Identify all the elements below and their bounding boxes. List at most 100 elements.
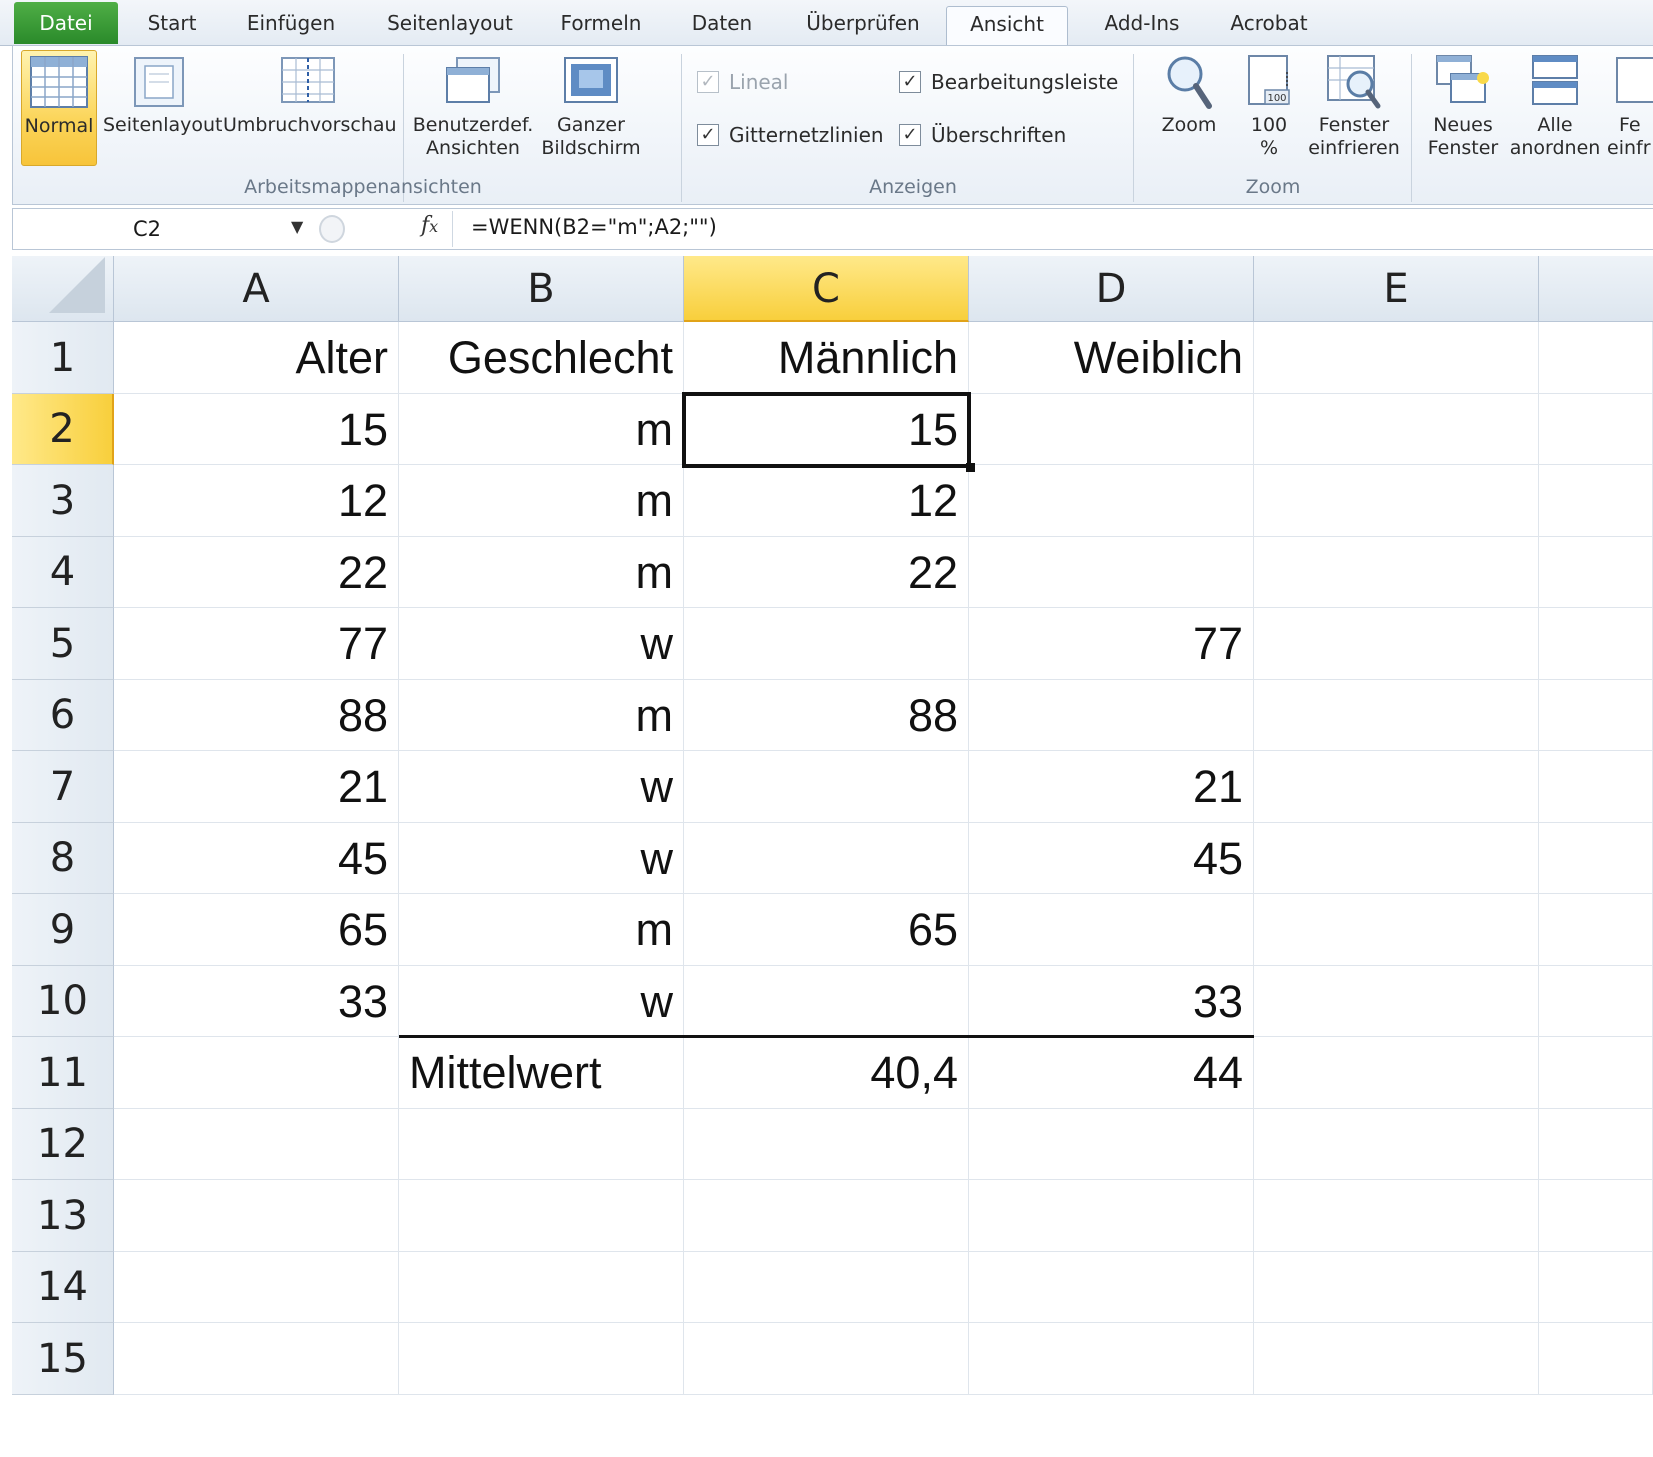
- cell-e10[interactable]: [1254, 966, 1539, 1037]
- new-window-button[interactable]: Neues Fenster: [1421, 52, 1505, 160]
- cell-e11[interactable]: [1254, 1037, 1539, 1109]
- cell-d4[interactable]: [969, 537, 1254, 608]
- cell-b8[interactable]: w: [399, 823, 684, 894]
- cell-b12[interactable]: [399, 1109, 684, 1180]
- cell-a8[interactable]: 45: [114, 823, 399, 894]
- zoom-button[interactable]: Zoom: [1147, 52, 1231, 137]
- cell-d13[interactable]: [969, 1180, 1254, 1252]
- cell-b6[interactable]: m: [399, 680, 684, 751]
- row-header-1[interactable]: 1: [12, 322, 114, 394]
- cell-f1[interactable]: [1539, 322, 1653, 394]
- tab-add-ins[interactable]: Add-Ins: [1086, 6, 1198, 46]
- tab-daten[interactable]: Daten: [676, 6, 768, 46]
- tab-ueberpruefen[interactable]: Überprüfen: [790, 6, 936, 46]
- row-header-9[interactable]: 9: [12, 894, 114, 966]
- page-layout-view-button[interactable]: Seitenlayout: [103, 54, 223, 137]
- cell-e2[interactable]: [1254, 394, 1539, 465]
- cell-c3[interactable]: 12: [684, 465, 969, 537]
- cell-c5[interactable]: [684, 608, 969, 680]
- insert-function-icon[interactable]: fx: [421, 213, 438, 238]
- tab-ansicht[interactable]: Ansicht: [946, 6, 1068, 47]
- column-header-f[interactable]: [1539, 256, 1653, 322]
- cell-d10[interactable]: 33: [969, 966, 1254, 1037]
- cell-a9[interactable]: 65: [114, 894, 399, 966]
- row-header-10[interactable]: 10: [12, 966, 114, 1037]
- row-header-6[interactable]: 6: [12, 680, 114, 751]
- cell-a10[interactable]: 33: [114, 966, 399, 1037]
- cell-d1[interactable]: Weiblich: [969, 322, 1254, 394]
- cell-d9[interactable]: [969, 894, 1254, 966]
- cell-e3[interactable]: [1254, 465, 1539, 537]
- cell-f8[interactable]: [1539, 823, 1653, 894]
- cell-c14[interactable]: [684, 1252, 969, 1323]
- cell-c2[interactable]: 15: [684, 394, 969, 465]
- cell-f15[interactable]: [1539, 1323, 1653, 1395]
- cell-c10[interactable]: [684, 966, 969, 1037]
- row-header-2[interactable]: 2: [12, 394, 114, 465]
- tab-einfuegen[interactable]: Einfügen: [232, 6, 350, 46]
- cell-a14[interactable]: [114, 1252, 399, 1323]
- cell-b10[interactable]: w: [399, 966, 684, 1037]
- cell-e7[interactable]: [1254, 751, 1539, 823]
- cell-e6[interactable]: [1254, 680, 1539, 751]
- tab-start[interactable]: Start: [130, 6, 214, 46]
- tab-seitenlayout[interactable]: Seitenlayout: [372, 6, 528, 46]
- cell-a4[interactable]: 22: [114, 537, 399, 608]
- ruler-checkbox[interactable]: ✓ Lineal: [697, 70, 789, 94]
- tab-datei[interactable]: Datei: [14, 2, 118, 44]
- zoom-100-button[interactable]: 100 100 %: [1235, 52, 1303, 160]
- cell-b5[interactable]: w: [399, 608, 684, 680]
- cell-a11[interactable]: [114, 1037, 399, 1109]
- cell-a12[interactable]: [114, 1109, 399, 1180]
- tab-acrobat[interactable]: Acrobat: [1214, 6, 1324, 46]
- cell-c4[interactable]: 22: [684, 537, 969, 608]
- chevron-down-icon[interactable]: ▼: [291, 217, 303, 236]
- normal-view-button[interactable]: Normal: [21, 50, 97, 166]
- cell-d2[interactable]: [969, 394, 1254, 465]
- cell-b4[interactable]: m: [399, 537, 684, 608]
- splitter-handle[interactable]: [319, 215, 345, 243]
- cell-b7[interactable]: w: [399, 751, 684, 823]
- worksheet-grid[interactable]: A B C D E 1 Alter Geschlecht Männlich Weibli…: [12, 256, 1653, 1457]
- column-header-e[interactable]: E: [1254, 256, 1539, 322]
- row-header-15[interactable]: 15: [12, 1323, 114, 1395]
- cell-f9[interactable]: [1539, 894, 1653, 966]
- cell-a1[interactable]: Alter: [114, 322, 399, 394]
- cell-f14[interactable]: [1539, 1252, 1653, 1323]
- cell-f6[interactable]: [1539, 680, 1653, 751]
- cell-e9[interactable]: [1254, 894, 1539, 966]
- cell-b11[interactable]: Mittelwert: [399, 1037, 684, 1109]
- formula-input[interactable]: =WENN(B2="m";A2;""): [471, 215, 717, 239]
- cell-c6[interactable]: 88: [684, 680, 969, 751]
- cell-d5[interactable]: 77: [969, 608, 1254, 680]
- cell-b9[interactable]: m: [399, 894, 684, 966]
- cell-c1[interactable]: Männlich: [684, 322, 969, 394]
- cell-e15[interactable]: [1254, 1323, 1539, 1395]
- cell-f11[interactable]: [1539, 1037, 1653, 1109]
- cell-a6[interactable]: 88: [114, 680, 399, 751]
- name-box[interactable]: C2 ▼: [15, 211, 305, 247]
- cell-c8[interactable]: [684, 823, 969, 894]
- cell-d6[interactable]: [969, 680, 1254, 751]
- full-screen-button[interactable]: Ganzer Bildschirm: [539, 54, 643, 160]
- cell-c7[interactable]: [684, 751, 969, 823]
- freeze-window-button-partial[interactable]: Fe einfr: [1605, 52, 1653, 160]
- cell-d15[interactable]: [969, 1323, 1254, 1395]
- cell-c13[interactable]: [684, 1180, 969, 1252]
- cell-e13[interactable]: [1254, 1180, 1539, 1252]
- column-header-d[interactable]: D: [969, 256, 1254, 322]
- cell-d14[interactable]: [969, 1252, 1254, 1323]
- cell-a2[interactable]: 15: [114, 394, 399, 465]
- cell-e14[interactable]: [1254, 1252, 1539, 1323]
- cell-a7[interactable]: 21: [114, 751, 399, 823]
- row-header-4[interactable]: 4: [12, 537, 114, 608]
- row-header-7[interactable]: 7: [12, 751, 114, 823]
- page-break-preview-button[interactable]: Umbruchvorschau: [223, 54, 397, 137]
- row-header-5[interactable]: 5: [12, 608, 114, 680]
- cell-b3[interactable]: m: [399, 465, 684, 537]
- cell-f3[interactable]: [1539, 465, 1653, 537]
- column-header-c[interactable]: C: [684, 256, 969, 322]
- cell-f12[interactable]: [1539, 1109, 1653, 1180]
- cell-c9[interactable]: 65: [684, 894, 969, 966]
- cell-e5[interactable]: [1254, 608, 1539, 680]
